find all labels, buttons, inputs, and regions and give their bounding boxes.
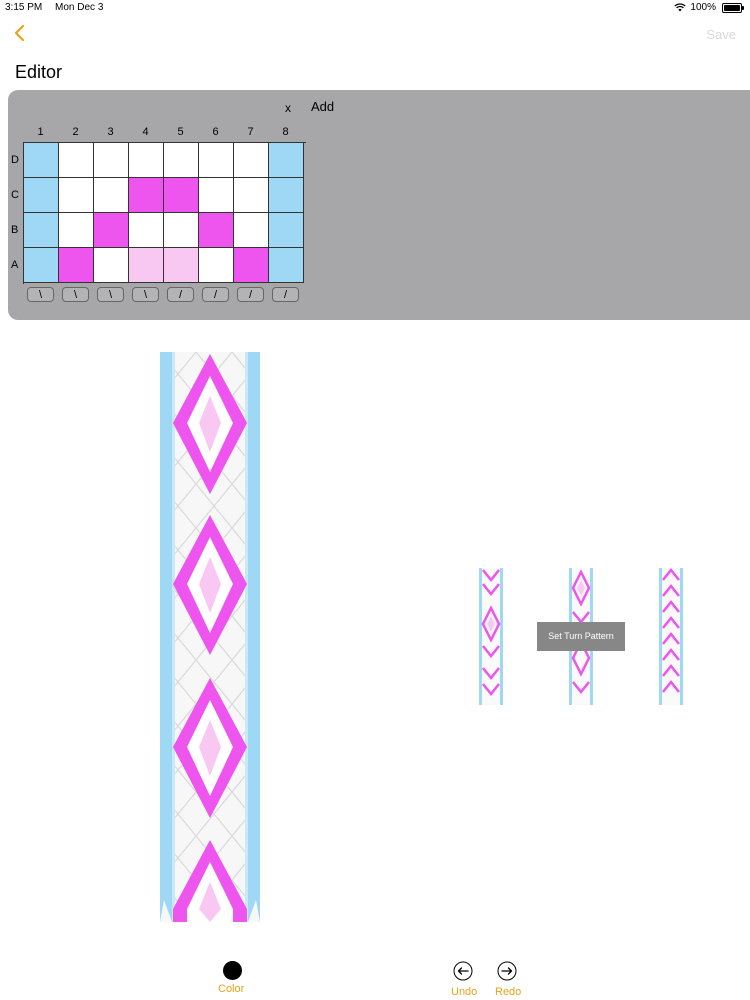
wifi-icon xyxy=(674,3,687,12)
column-label: 6 xyxy=(212,126,219,138)
battery-icon xyxy=(722,2,744,13)
grid-cell[interactable] xyxy=(269,178,304,213)
grid-cell[interactable] xyxy=(164,213,199,248)
column-label: 7 xyxy=(247,126,254,138)
grid-cell[interactable] xyxy=(269,213,304,248)
color-swatch-icon[interactable] xyxy=(223,961,242,980)
turn-direction-button[interactable]: \ xyxy=(97,287,124,302)
grid-cell[interactable] xyxy=(199,213,234,248)
color-button-label[interactable]: Color xyxy=(218,983,244,995)
status-date: Mon Dec 3 xyxy=(55,2,104,13)
row-label: B xyxy=(11,224,19,236)
grid-cell[interactable] xyxy=(59,143,94,178)
turn-direction-button[interactable]: \ xyxy=(62,287,89,302)
set-turn-pattern-tooltip[interactable]: Set Turn Pattern xyxy=(537,622,625,651)
column-label: 5 xyxy=(177,126,184,138)
grid-cell[interactable] xyxy=(94,248,129,283)
grid-cell[interactable] xyxy=(234,248,269,283)
grid-cell[interactable] xyxy=(164,178,199,213)
turn-direction-button[interactable]: / xyxy=(167,287,194,302)
grid-cell[interactable] xyxy=(199,143,234,178)
turn-direction-button[interactable]: \ xyxy=(27,287,54,302)
grid-cell[interactable] xyxy=(199,248,234,283)
grid-cell[interactable] xyxy=(24,178,59,213)
grid-cell[interactable] xyxy=(94,143,129,178)
band-preview xyxy=(160,352,260,922)
undo-icon[interactable] xyxy=(453,961,473,981)
save-button[interactable]: Save xyxy=(706,27,736,42)
grid-cell[interactable] xyxy=(129,213,164,248)
grid-cell[interactable] xyxy=(94,213,129,248)
turn-direction-button[interactable]: / xyxy=(237,287,264,302)
turn-direction-button[interactable]: / xyxy=(202,287,229,302)
column-label: 3 xyxy=(107,126,114,138)
column-label: 2 xyxy=(72,126,79,138)
column-label: 8 xyxy=(282,126,289,138)
row-label: C xyxy=(11,189,19,201)
turn-pattern-thumbnail-3[interactable] xyxy=(659,568,683,705)
grid-cell[interactable] xyxy=(24,143,59,178)
page-title: Editor xyxy=(15,62,63,82)
grid-cell[interactable] xyxy=(269,248,304,283)
turn-direction-button[interactable]: / xyxy=(272,287,299,302)
grid-cell[interactable] xyxy=(234,143,269,178)
column-label: 1 xyxy=(37,126,44,138)
add-column-button[interactable]: Add xyxy=(311,99,334,114)
grid-cell[interactable] xyxy=(24,213,59,248)
grid-cell[interactable] xyxy=(129,178,164,213)
undo-button-label[interactable]: Undo xyxy=(451,986,477,998)
back-chevron-icon[interactable] xyxy=(10,22,32,44)
column-label: 4 xyxy=(142,126,149,138)
card-grid xyxy=(23,142,306,284)
remove-column-button[interactable]: x xyxy=(285,101,291,115)
row-label: D xyxy=(11,154,19,166)
grid-cell[interactable] xyxy=(94,178,129,213)
grid-cell[interactable] xyxy=(164,248,199,283)
status-bar: 3:15 PM Mon Dec 3 100% xyxy=(0,0,750,16)
status-time: 3:15 PM xyxy=(5,2,43,13)
grid-cell[interactable] xyxy=(24,248,59,283)
grid-cell[interactable] xyxy=(59,178,94,213)
grid-cell[interactable] xyxy=(234,178,269,213)
grid-cell[interactable] xyxy=(129,248,164,283)
grid-cell[interactable] xyxy=(269,143,304,178)
grid-cell[interactable] xyxy=(199,178,234,213)
grid-cell[interactable] xyxy=(59,248,94,283)
redo-icon[interactable] xyxy=(497,961,517,981)
grid-cell[interactable] xyxy=(234,213,269,248)
grid-cell[interactable] xyxy=(164,143,199,178)
row-label: A xyxy=(11,259,19,271)
battery-percent: 100% xyxy=(690,2,716,13)
grid-cell[interactable] xyxy=(129,143,164,178)
turn-pattern-thumbnail-1[interactable] xyxy=(479,568,503,705)
redo-button-label[interactable]: Redo xyxy=(495,986,521,998)
turn-direction-button[interactable]: \ xyxy=(132,287,159,302)
grid-cell[interactable] xyxy=(59,213,94,248)
